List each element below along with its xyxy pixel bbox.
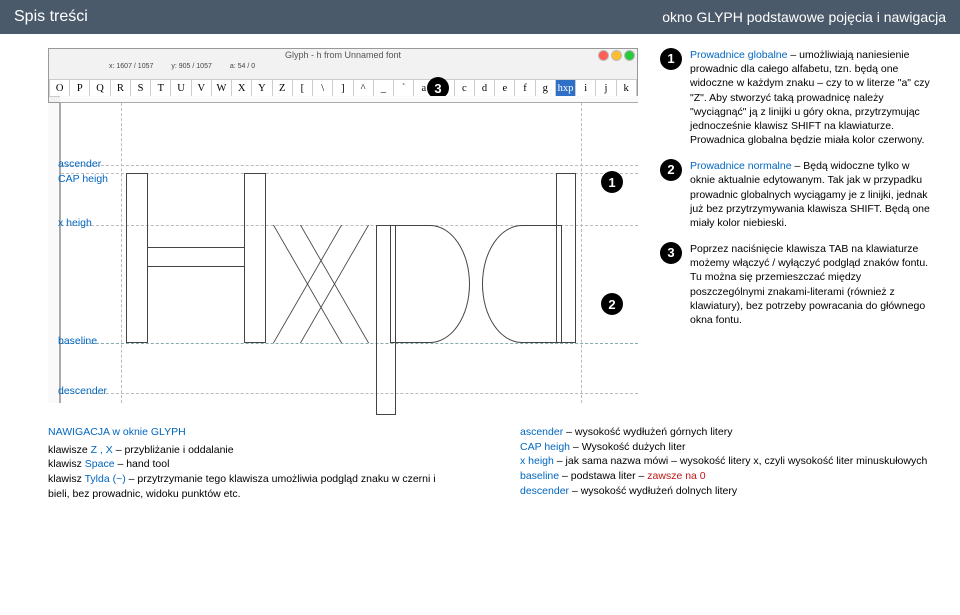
label-ascender: ascender [58,158,101,170]
window-controls [598,50,635,61]
label-baseline: baseline [58,335,97,347]
glyph-x-outline [276,225,366,343]
glyph-cell[interactable]: ` [394,79,414,97]
nav-key-tilde: Tylda (~) [85,473,126,485]
def-ascender: – wysokość wydłużeń górnych litery [563,426,732,438]
glyph-cell[interactable]: Q [90,79,110,97]
label-capheight: CAP heigh [58,173,108,185]
legend-1-body: – umożliwiają naniesienie prowadnic dla … [690,49,930,146]
nav-l1c: – przybliżanie i oddalanie [113,444,234,456]
glyph-cell[interactable]: d [475,79,495,97]
glyph-cell[interactable]: _ [374,79,394,97]
glyph-cell[interactable]: ^ [354,79,374,97]
glyph-p-outline [376,225,471,415]
term-baseline: baseline [520,470,559,482]
def-capheight: – Wysokość dużych liter [570,441,685,453]
footer-notes: NAWIGACJA w oknie GLYPH klawisze Z , X –… [0,413,960,511]
glyph-cell[interactable]: hxp [556,79,576,97]
glyph-cell[interactable]: ] [333,79,353,97]
legend-item-1: 1 Prowadnice globalne – umożliwiają nani… [660,48,932,147]
legend-3-body: Poprzez naciśnięcie klawisza TAB na klaw… [690,242,932,327]
window-titlebar: Glyph - h from Unnamed font x: 1607 / 10… [48,48,638,103]
glyph-cell[interactable]: j [596,79,616,97]
marker-1: 1 [660,48,682,70]
glyph-cell[interactable]: S [131,79,151,97]
guide-right [581,103,582,403]
glyph-canvas[interactable]: ascender CAP heigh x heigh baseline desc… [60,103,638,403]
glyph-cell[interactable]: W [212,79,232,97]
term-descender: descender [520,485,569,497]
guide-ascender [61,165,638,166]
legend-item-2: 2 Prowadnice normalne – Będą widoczne ty… [660,159,932,230]
guide-descender [61,393,638,394]
def-xheight: – jak sama nazwa mówi – wysokość litery … [554,455,927,467]
coord-y: y: 905 / 1057 [171,63,211,70]
close-icon[interactable] [598,50,609,61]
glyph-cell[interactable]: g [536,79,556,97]
legend-item-3: 3 Poprzez naciśnięcie klawisza TAB na kl… [660,242,932,327]
coord-x: x: 1607 / 1057 [109,63,153,70]
nav-key-zx: Z , X [91,444,113,456]
legend: 1 Prowadnice globalne – umożliwiają nani… [660,48,932,403]
ruler-vertical[interactable] [48,103,60,403]
glyph-cell[interactable]: V [192,79,212,97]
page-title: okno GLYPH podstawowe pojęcia i nawigacj… [662,9,946,25]
term-xheight: x heigh [520,455,554,467]
glyph-cell[interactable]: X [232,79,252,97]
glyph-cell[interactable]: Y [252,79,272,97]
marker-1-on-canvas: 1 [601,171,623,193]
nav-title: NAWIGACJA w oknie GLYPH [48,425,460,440]
coordinates-readout: x: 1607 / 1057 y: 905 / 1057 a: 54 / 0 [109,63,255,70]
marker-2-on-canvas: 2 [601,293,623,315]
maximize-icon[interactable] [624,50,635,61]
def-descender: – wysokość wydłużeń dolnych litery [569,485,737,497]
glyph-cell[interactable]: Z [273,79,293,97]
toc-link[interactable]: Spis treści [14,8,662,26]
nav-l2c: – hand tool [115,458,170,470]
glyph-d-outline [481,173,576,343]
term-capheight: CAP heigh [520,441,570,453]
nav-key-space: Space [85,458,115,470]
guide-left [121,103,122,403]
glyph-cell[interactable]: R [111,79,131,97]
nav-l2a: klawisz [48,458,85,470]
page-header: Spis treści okno GLYPH podstawowe pojęci… [0,0,960,34]
def-baseline-red: zawsze na 0 [647,470,705,482]
glyph-cell[interactable]: O [49,79,70,97]
marker-3: 3 [660,242,682,264]
label-descender: descender [58,385,107,397]
minimize-icon[interactable] [611,50,622,61]
def-baseline: – podstawa liter – [559,470,647,482]
nav-l1a: klawisze [48,444,91,456]
glyph-cell[interactable]: T [151,79,171,97]
label-xheight: x heigh [58,217,92,229]
term-ascender: ascender [520,426,563,438]
marker-2: 2 [660,159,682,181]
nav-l3a: klawisz [48,473,85,485]
glyph-cell[interactable]: [ [293,79,313,97]
ruler-horizontal[interactable] [60,96,638,103]
glyph-h-outline [126,173,266,343]
glyph-editor-screenshot: Glyph - h from Unnamed font x: 1607 / 10… [48,48,638,403]
legend-1-lead: Prowadnice globalne [690,49,787,61]
guide-baseline [61,343,638,344]
glyph-cell[interactable]: c [455,79,475,97]
coord-a: a: 54 / 0 [230,63,255,70]
glyph-cell[interactable]: i [576,79,596,97]
glyph-strip[interactable]: OPQRSTUVWXYZ[\]^_`abcdefghxpijk [49,79,637,97]
glyph-cell[interactable]: U [171,79,191,97]
glyph-cell[interactable]: e [495,79,515,97]
glyph-cell[interactable]: f [515,79,535,97]
window-title: Glyph - h from Unnamed font [285,50,401,60]
legend-2-lead: Prowadnice normalne [690,160,792,172]
glyph-cell[interactable]: \ [313,79,333,97]
glyph-cell[interactable]: P [70,79,90,97]
glyph-cell[interactable]: k [617,79,637,97]
